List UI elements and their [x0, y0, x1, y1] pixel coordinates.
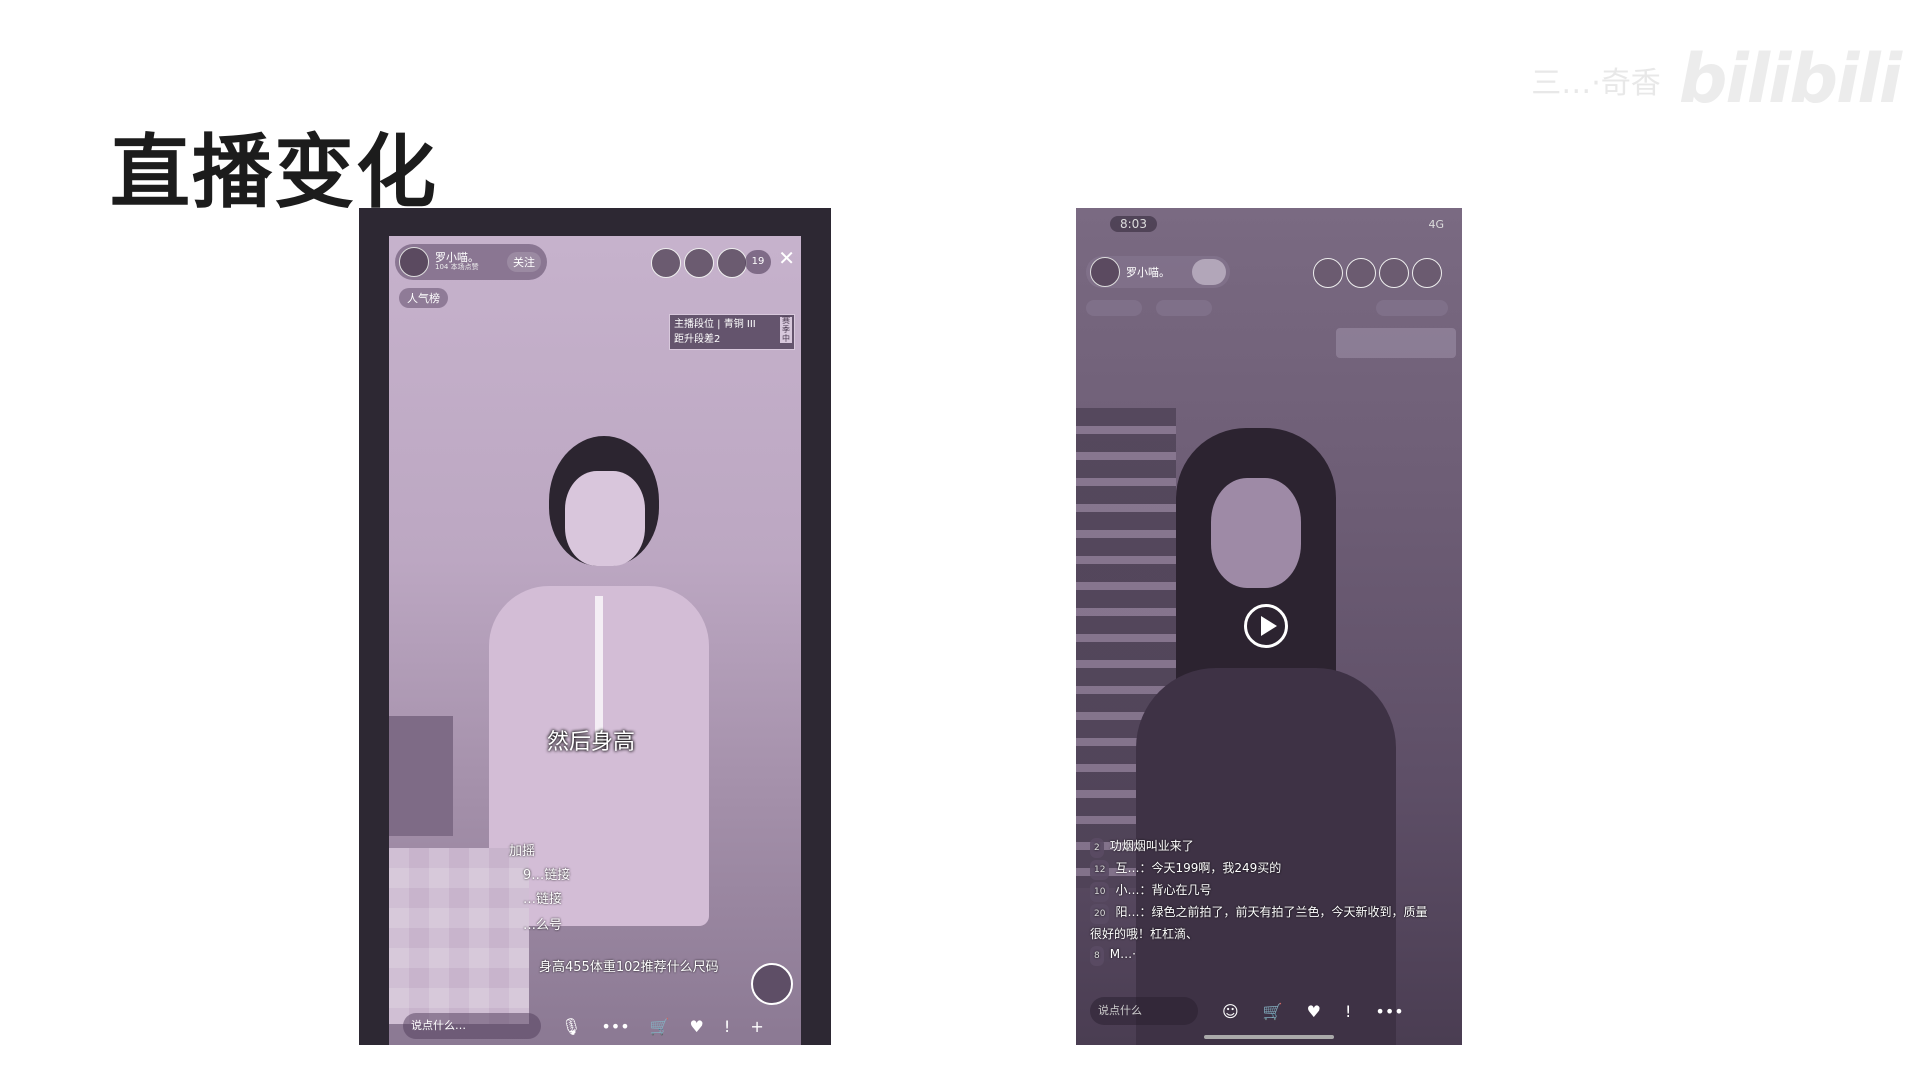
popularity-badge[interactable]: 人气榜 [399, 288, 448, 308]
slide-title: 直播变化 [110, 126, 438, 219]
rank-line-2: 距升段差2 [674, 334, 721, 345]
mic-icon[interactable]: 🎙 [561, 1017, 581, 1036]
likes-count: 104 本场点赞 [435, 263, 479, 272]
tag-pill[interactable] [1086, 300, 1142, 316]
play-icon[interactable] [1244, 604, 1288, 648]
streamer-info-pill[interactable]: 罗小喵。 104 本场点赞 关注 [395, 244, 547, 280]
floating-avatar[interactable] [751, 963, 793, 1005]
level-badge: 2 [1090, 838, 1104, 858]
season-tag: 赛季中 [780, 316, 792, 344]
level-badge: 8 [1090, 946, 1104, 966]
livestream-screenshot-before: 罗小喵。 104 本场点赞 关注 19 ✕ 人气榜 主播段位 | 青铜 III … [359, 208, 831, 1045]
streamer-name: 罗小喵。 [1126, 266, 1170, 279]
viewer-count[interactable]: 19 [745, 250, 771, 274]
more-icon[interactable]: ••• [601, 1017, 629, 1036]
level-badge: 20 [1090, 904, 1110, 924]
more-icon[interactable]: ••• [1375, 1002, 1403, 1021]
chat-message: 2 功烟烟叫业来了 [1090, 836, 1430, 858]
chat-message: 身高455体重102推荐什么尺码 [539, 960, 719, 975]
follow-button[interactable] [1192, 259, 1226, 285]
pixelated-mosaic [389, 848, 529, 1024]
chat-message: 9…链接 [523, 868, 571, 883]
viewer-avatar[interactable] [1346, 258, 1376, 288]
caption-subtitle: 然后身高 [547, 730, 636, 755]
rank-line-1: 主播段位 | 青铜 III [674, 319, 756, 330]
chat-text: 小…：背心在几号 [1115, 883, 1212, 897]
chat-text: 阳…：绿色之前拍了，前天有拍了兰色，今天新收到，质量很好的哦！杠杠滴、 [1090, 905, 1428, 941]
streamer-avatar[interactable] [1090, 257, 1120, 287]
background-banner [389, 716, 453, 836]
emoji-icon[interactable]: ☺ [1222, 1002, 1239, 1021]
chat-message: …链接 [523, 892, 563, 907]
streamer-avatar[interactable] [399, 247, 429, 277]
chat-list: 2 功烟烟叫业来了 12 互…：今天199啊，我249买的 10 小…：背心在几号 2… [1090, 836, 1430, 966]
viewer-avatar[interactable] [717, 248, 747, 278]
viewer-avatar[interactable] [684, 248, 714, 278]
tag-pill[interactable] [1156, 300, 1212, 316]
follow-button[interactable]: 关注 [507, 252, 541, 272]
top-viewers[interactable] [651, 248, 747, 278]
comment-input[interactable]: 说点什么 [1090, 997, 1198, 1025]
livestream-screenshot-after: 8:03 4G 罗小喵。 2 功烟烟叫业来了 12 互…：今天199啊，我249买的… [1076, 208, 1462, 1045]
viewer-avatar[interactable] [1313, 258, 1343, 288]
chat-message: 加摇 [509, 844, 536, 859]
home-indicator[interactable] [1204, 1035, 1334, 1039]
network-status: 4G [1428, 218, 1444, 231]
status-time: 8:03 [1110, 216, 1157, 232]
chat-text: M…· [1109, 947, 1136, 961]
chat-text: 功烟烟叫业来了 [1109, 839, 1194, 853]
bilibili-watermark: 三…·奇香 bilibili [1531, 40, 1902, 119]
gift-icon[interactable]: ♥ [690, 1017, 704, 1036]
chat-message: …么号 [523, 918, 563, 933]
cart-icon[interactable]: 🛒 [650, 1017, 670, 1036]
rank-info-box[interactable]: 主播段位 | 青铜 III 距升段差2 赛季中 [669, 314, 795, 350]
viewer-avatar[interactable] [651, 248, 681, 278]
bilibili-logo: bilibili [1678, 40, 1902, 119]
level-badge: 12 [1090, 860, 1110, 880]
share-icon[interactable]: ! [1345, 1002, 1351, 1021]
viewer-avatar[interactable] [1379, 258, 1409, 288]
livestream-screen: 罗小喵。 104 本场点赞 关注 19 ✕ 人气榜 主播段位 | 青铜 III … [389, 236, 801, 1045]
chat-message: 8 M…· [1090, 944, 1430, 966]
comment-input[interactable]: 说点什么… [403, 1013, 541, 1039]
chat-message: 10 小…：背心在几号 [1090, 880, 1430, 902]
chat-text: 互…：今天199啊，我249买的 [1115, 861, 1282, 875]
gift-icon[interactable]: ♥ [1307, 1002, 1321, 1021]
tag-pill[interactable] [1376, 300, 1448, 316]
chat-message: 12 互…：今天199啊，我249买的 [1090, 858, 1430, 880]
plus-icon[interactable]: + [750, 1017, 763, 1036]
watermark-user: 三…·奇香 [1531, 65, 1661, 101]
cart-icon[interactable]: 🛒 [1263, 1002, 1283, 1021]
viewer-avatar[interactable] [1412, 258, 1442, 288]
share-icon[interactable]: ! [724, 1017, 730, 1036]
chat-message: 20 阳…：绿色之前拍了，前天有拍了兰色，今天新收到，质量很好的哦！杠杠滴、 [1090, 902, 1430, 944]
bottom-toolbar: 说点什么… 🎙 ••• 🛒 ♥ ! + [389, 1007, 801, 1045]
rank-info-box[interactable] [1336, 328, 1456, 358]
level-badge: 10 [1090, 882, 1110, 902]
streamer-info-pill[interactable]: 罗小喵。 [1086, 256, 1230, 288]
bottom-toolbar: 说点什么 ☺ 🛒 ♥ ! ••• [1076, 991, 1462, 1031]
close-icon[interactable]: ✕ [778, 246, 795, 270]
top-viewers[interactable] [1313, 258, 1442, 288]
